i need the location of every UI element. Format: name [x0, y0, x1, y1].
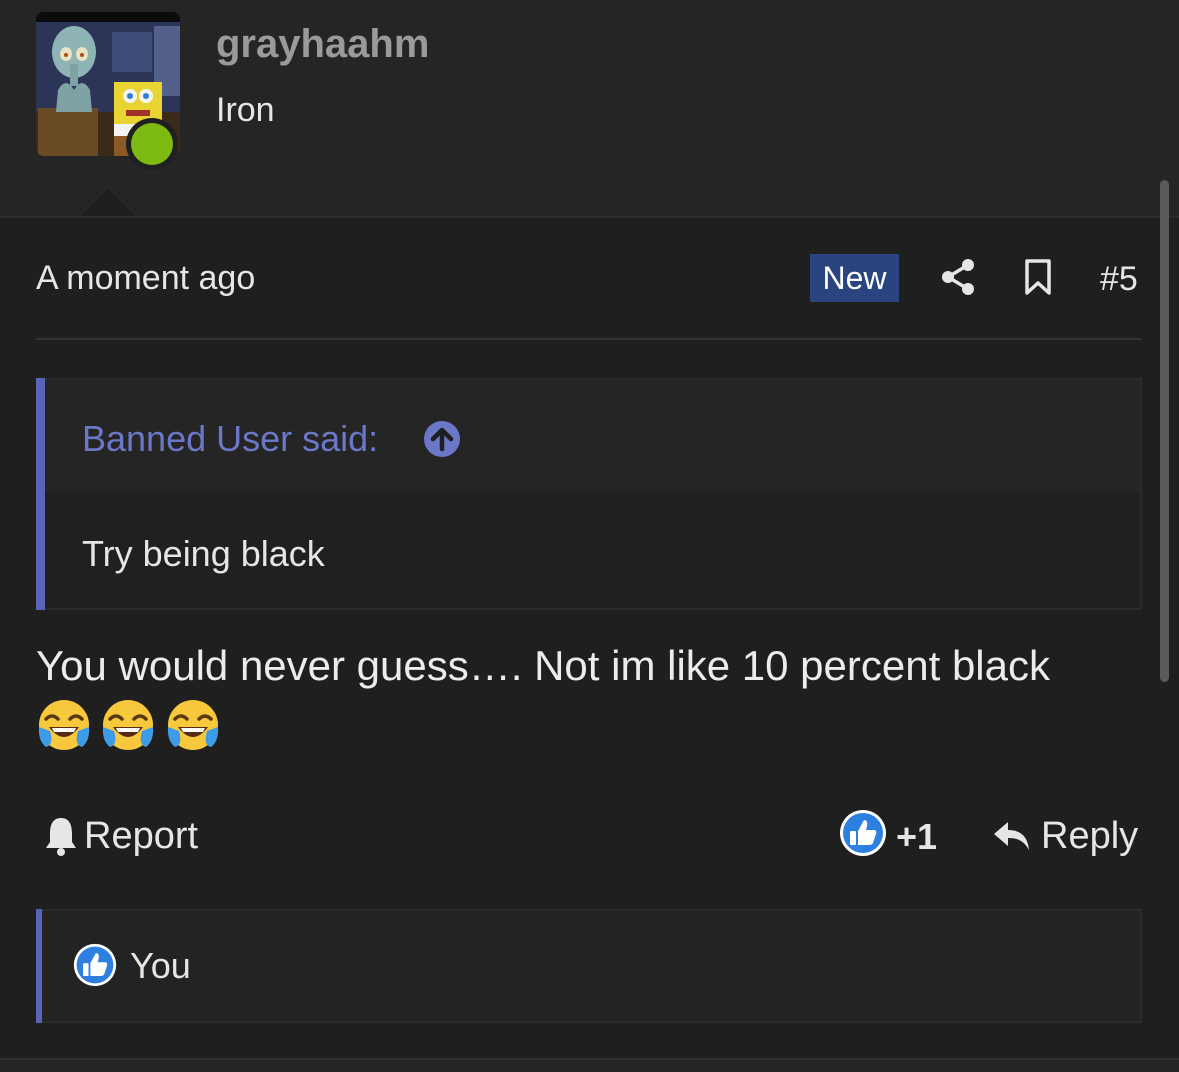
reactions-accent-bar	[36, 909, 42, 1023]
emoji-row	[36, 697, 225, 753]
user-rank-title: Iron	[216, 91, 275, 129]
scrollbar-thumb[interactable]	[1160, 180, 1169, 682]
thumbs-up-icon	[73, 943, 117, 987]
report-button[interactable]: Report	[84, 814, 198, 858]
thumbs-up-icon[interactable]	[838, 808, 888, 858]
tears-of-joy-emoji-icon	[167, 700, 219, 750]
reactions-bar[interactable]	[36, 909, 1142, 1023]
author-pointer	[78, 186, 138, 216]
reply-arrow-icon[interactable]	[992, 818, 1032, 854]
tears-of-joy-emoji-icon	[103, 700, 154, 750]
meta-divider	[36, 338, 1142, 340]
bell-icon[interactable]	[44, 812, 78, 860]
tears-of-joy-emoji-icon	[38, 700, 90, 750]
bookmark-icon[interactable]	[1024, 258, 1052, 296]
share-icon[interactable]	[940, 258, 976, 296]
arrow-up-circle-icon[interactable]	[422, 419, 462, 459]
post-number-link[interactable]: #5	[1100, 259, 1138, 299]
reaction-user-list[interactable]: You	[130, 944, 191, 988]
post-timestamp[interactable]: A moment ago	[36, 258, 255, 298]
online-status-indicator	[126, 118, 178, 170]
quote-text: Try being black	[82, 533, 325, 574]
quote-accent-bar	[36, 378, 45, 610]
like-count[interactable]: +1	[896, 815, 937, 859]
new-badge: New	[810, 254, 899, 302]
reply-button[interactable]: Reply	[1041, 814, 1138, 858]
post-message: You would never guess…. Not im like 10 p…	[36, 642, 1050, 689]
username[interactable]: grayhaahm	[216, 20, 429, 68]
quote-author-link[interactable]: Banned User said:	[82, 418, 378, 460]
